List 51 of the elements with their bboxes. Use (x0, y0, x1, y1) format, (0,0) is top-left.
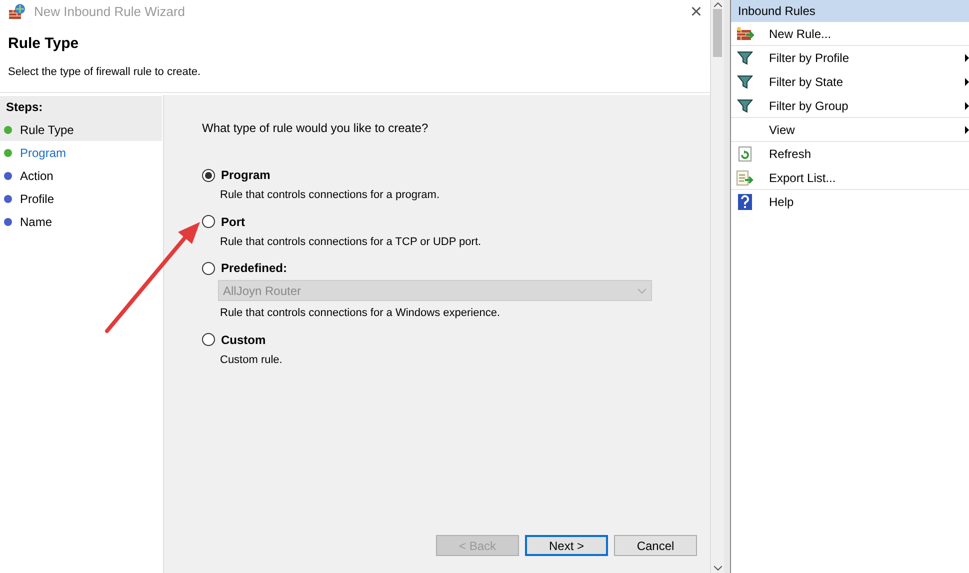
menu-command[interactable]: Filter by Profile (731, 46, 969, 70)
filter-icon (737, 74, 753, 90)
filter-icon (737, 98, 753, 114)
steps-header: Steps: (0, 96, 162, 118)
step-item[interactable]: Program (0, 141, 162, 164)
step-item[interactable]: Action (0, 164, 162, 187)
step-item[interactable]: Name (0, 210, 162, 233)
help-icon (738, 194, 752, 210)
option-description: Rule that controls connections for a program. (220, 188, 441, 203)
radio-button[interactable] (202, 262, 215, 274)
page-title: Rule Type (8, 34, 80, 54)
wizard-button[interactable]: Cancel (614, 535, 697, 556)
submenu-arrow-icon (965, 54, 969, 62)
submenu-arrow-icon (965, 78, 969, 86)
option-description: Rule that controls connections for a TCP or UDP port. (220, 234, 482, 250)
option-description: Custom rule. (220, 352, 284, 368)
actions-header[interactable]: Inbound Rules (731, 0, 969, 22)
filter-icon (737, 50, 753, 66)
submenu-arrow-icon (965, 126, 969, 134)
option-label[interactable]: Custom (221, 330, 266, 348)
menu-command[interactable]: Export List... (731, 166, 969, 190)
scroll-down-icon (714, 566, 722, 571)
page-subtitle: Select the type of firewall rule to create. (8, 64, 202, 80)
radio-button[interactable] (202, 168, 215, 182)
submenu-arrow-icon (965, 102, 969, 110)
menu-command[interactable]: Filter by Group (731, 94, 969, 118)
step-item[interactable]: Profile (0, 187, 162, 210)
step-item[interactable]: Rule Type (0, 118, 162, 141)
scrollbar-thumb[interactable] (713, 9, 722, 57)
menu-command[interactable]: New Rule... (731, 22, 969, 46)
scroll-up-icon (714, 2, 722, 7)
refresh-icon (738, 146, 752, 162)
option-label[interactable]: Port (221, 212, 245, 230)
menu-command[interactable]: Filter by State (731, 70, 969, 94)
radio-button[interactable] (202, 215, 215, 228)
radio-button[interactable] (202, 333, 215, 346)
brick-wall-icon (736, 26, 754, 42)
wizard-button[interactable]: Next > (525, 535, 608, 556)
firewall-icon (8, 4, 26, 20)
close-button[interactable]: × (690, 0, 702, 24)
chevron-down-icon (637, 288, 647, 294)
export-icon (736, 170, 754, 186)
window-title: New Inbound Rule Wizard (34, 3, 186, 22)
option-label[interactable]: Predefined: (221, 259, 288, 277)
menu-command[interactable]: Refresh (731, 142, 969, 166)
question-text: What type of rule would you like to create? (202, 120, 430, 137)
scrollbar[interactable] (710, 0, 724, 573)
menu-command[interactable]: View (731, 118, 969, 142)
option-description: Rule that controls connections for a Windows experience. (220, 306, 502, 321)
option-label[interactable]: Program (221, 166, 270, 184)
menu-command[interactable]: Help (731, 190, 969, 214)
